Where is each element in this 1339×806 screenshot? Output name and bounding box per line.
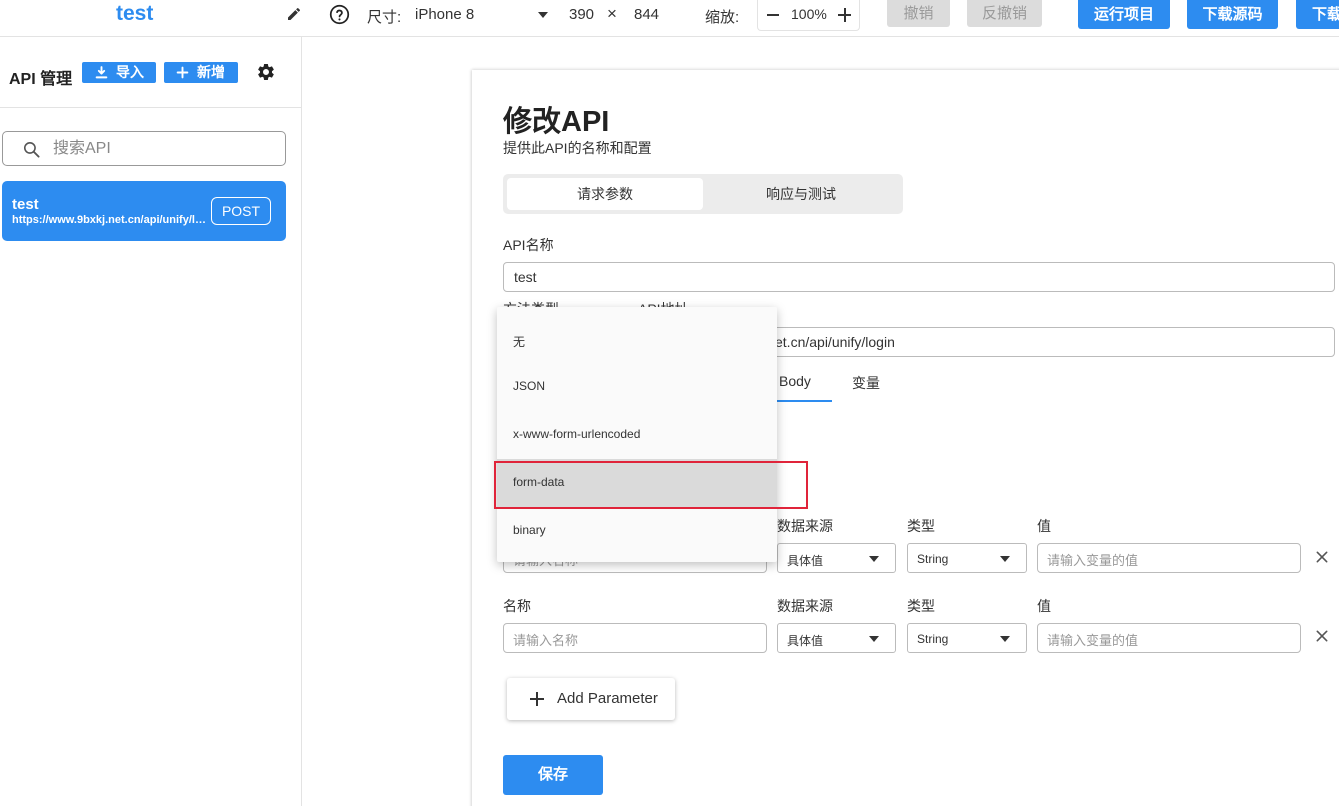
- download-icon: [95, 66, 108, 79]
- param-type-header: 类型: [907, 598, 935, 614]
- param-value-placeholder: 请输入变量的值: [1047, 633, 1139, 648]
- top-toolbar: test 尺寸: iPhone 8 390 × 844 缩放: 100% 撤销 …: [0, 0, 1339, 37]
- page-title: 修改API: [503, 106, 610, 138]
- api-list-item[interactable]: test https://www.9bxkj.net.cn/api/unify/…: [2, 181, 286, 241]
- api-sidebar: API 管理 导入 新增 test https://www.9bxkj.net.…: [0, 37, 302, 806]
- close-icon[interactable]: [1314, 628, 1330, 644]
- chevron-down-icon[interactable]: [538, 12, 548, 18]
- menu-item-none[interactable]: 无: [497, 317, 777, 365]
- api-name-value: test: [514, 269, 537, 285]
- param-source-value: 具体值: [787, 554, 824, 568]
- zoom-label: 缩放:: [705, 9, 740, 26]
- param-name-header: 名称: [503, 598, 531, 614]
- search-input[interactable]: [53, 138, 273, 160]
- device-select[interactable]: iPhone 8: [415, 6, 474, 23]
- tab-variables[interactable]: 变量: [852, 373, 880, 393]
- search-box[interactable]: [2, 131, 286, 166]
- add-label: 新增: [197, 64, 225, 80]
- add-parameter-button[interactable]: Add Parameter: [507, 678, 675, 720]
- height-value[interactable]: 844: [634, 6, 659, 23]
- segmented-tabs: 请求参数 响应与测试: [503, 174, 903, 214]
- param-value-header: 值: [1037, 598, 1051, 614]
- run-project-button[interactable]: 运行项目: [1078, 0, 1170, 29]
- param-value-header: 值: [1037, 518, 1051, 534]
- menu-item-label: JSON: [513, 379, 546, 393]
- plus-icon-stroke[interactable]: [843, 8, 846, 22]
- minus-icon[interactable]: [767, 14, 779, 16]
- times-icon: ×: [607, 4, 617, 23]
- api-item-name: test: [12, 196, 39, 213]
- param-source-header: 数据来源: [777, 518, 833, 534]
- param-type-value: String: [917, 632, 949, 646]
- param-type-header: 类型: [907, 518, 935, 534]
- tab-response-test[interactable]: 响应与测试: [703, 178, 899, 210]
- page-subtitle: 提供此API的名称和配置: [503, 140, 652, 156]
- menu-item-binary[interactable]: binary: [497, 507, 777, 555]
- menu-item-label: x-www-form-urlencoded: [513, 427, 641, 441]
- zoom-value: 100%: [791, 6, 827, 22]
- param-source-select[interactable]: 具体值: [777, 623, 896, 653]
- import-button[interactable]: 导入: [82, 62, 156, 83]
- param-type-select[interactable]: String: [907, 623, 1027, 653]
- sidebar-header: API 管理 导入 新增: [0, 37, 301, 108]
- add-api-button[interactable]: 新增: [164, 62, 238, 83]
- add-parameter-label: Add Parameter: [557, 690, 658, 707]
- menu-item-json[interactable]: JSON: [497, 363, 777, 411]
- size-label: 尺寸:: [367, 9, 402, 26]
- menu-item-label: binary: [513, 523, 546, 537]
- tab-body[interactable]: Body: [776, 372, 832, 402]
- chevron-down-icon: [869, 636, 879, 642]
- close-icon[interactable]: [1314, 549, 1330, 565]
- api-url-value: et.cn/api/unify/login: [775, 334, 895, 350]
- body-type-dropdown-menu: 无 JSON x-www-form-urlencoded form-data b…: [497, 307, 777, 562]
- param-value-input[interactable]: 请输入变量的值: [1037, 623, 1301, 653]
- param-source-value: 具体值: [787, 634, 824, 648]
- api-item-method-badge: POST: [211, 197, 271, 225]
- param-value-placeholder: 请输入变量的值: [1047, 553, 1139, 568]
- param-value-input[interactable]: 请输入变量的值: [1037, 543, 1301, 573]
- param-type-select[interactable]: String: [907, 543, 1027, 573]
- zoom-control: 100%: [757, 0, 860, 31]
- help-icon[interactable]: [329, 4, 350, 25]
- api-name-field[interactable]: test: [503, 262, 1335, 292]
- chevron-down-icon: [869, 556, 879, 562]
- chevron-down-icon: [1000, 556, 1010, 562]
- download-button[interactable]: 下载: [1296, 0, 1339, 29]
- tab-request-params[interactable]: 请求参数: [507, 178, 703, 210]
- param-name-placeholder: 请输入名称: [513, 633, 579, 648]
- sidebar-title: API 管理: [9, 71, 73, 88]
- download-source-button[interactable]: 下载源码: [1187, 0, 1278, 29]
- undo-button[interactable]: 撤销: [887, 0, 950, 27]
- tab-body-label: Body: [779, 373, 811, 389]
- app-title: test: [116, 2, 154, 25]
- pencil-icon[interactable]: [286, 6, 302, 22]
- annotation-highlight-box: [494, 461, 808, 509]
- save-button[interactable]: 保存: [503, 755, 603, 795]
- gear-icon[interactable]: [256, 62, 276, 82]
- param-source-header: 数据来源: [777, 598, 833, 614]
- api-item-url: https://www.9bxkj.net.cn/api/unify/login: [12, 214, 208, 226]
- chevron-down-icon: [1000, 636, 1010, 642]
- menu-item-urlencoded[interactable]: x-www-form-urlencoded: [497, 411, 777, 459]
- import-label: 导入: [116, 64, 144, 80]
- param-type-value: String: [917, 552, 949, 566]
- param-source-select[interactable]: 具体值: [777, 543, 896, 573]
- search-icon: [23, 141, 40, 158]
- redo-button[interactable]: 反撤销: [967, 0, 1042, 27]
- width-value[interactable]: 390: [569, 6, 594, 23]
- menu-item-label: 无: [513, 335, 526, 349]
- plus-icon: [176, 66, 189, 79]
- api-name-label: API名称: [503, 237, 554, 253]
- param-name-input[interactable]: 请输入名称: [503, 623, 767, 653]
- plus-icon-stroke: [536, 692, 538, 706]
